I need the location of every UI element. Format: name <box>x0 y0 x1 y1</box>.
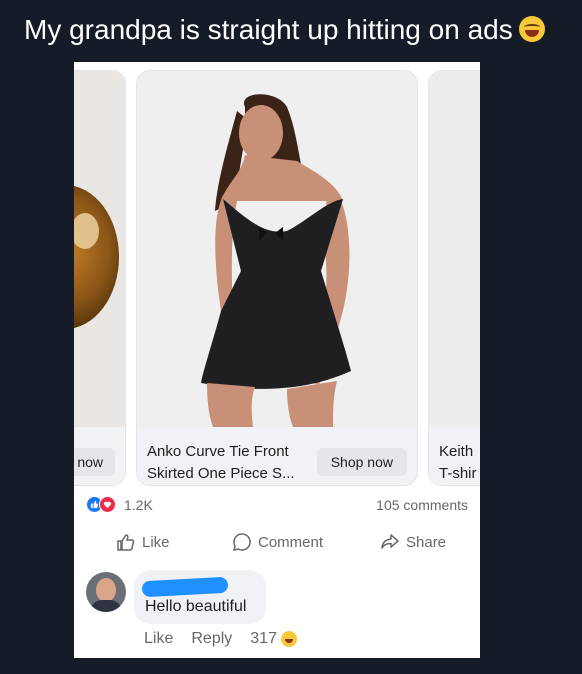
avatar-face <box>96 578 116 602</box>
comment-like-link[interactable]: Like <box>144 630 173 648</box>
model-photo <box>137 71 417 427</box>
comment-bubble: Hello beautiful <box>134 570 266 624</box>
product-image-right <box>429 71 480 427</box>
facebook-post-screenshot: now Anko Curve Tie Front Skirted One Pie… <box>74 62 480 658</box>
thumbs-up-icon <box>117 534 135 551</box>
like-label: Like <box>142 533 170 551</box>
product-image-main <box>137 71 417 427</box>
product-title-right[interactable]: Keith T-shir <box>439 441 477 485</box>
product-image-left <box>74 71 125 427</box>
reaction-icons[interactable] <box>86 496 116 513</box>
grinning-emoji-icon <box>280 631 297 647</box>
comment-bubble-icon <box>232 533 251 552</box>
amber-object-image <box>74 186 119 328</box>
comment-reply-link[interactable]: Reply <box>191 630 232 648</box>
share-button[interactable]: Share <box>380 532 446 552</box>
card-footer-main: Anko Curve Tie Front Skirted One Piece S… <box>137 427 417 485</box>
card-footer-right: Keith T-shir <box>429 427 480 485</box>
comment-text: Hello beautiful <box>145 598 247 615</box>
comment-meta: Like Reply 317 <box>144 630 297 648</box>
share-label: Share <box>406 533 447 551</box>
carousel-card-left[interactable]: now <box>74 70 126 486</box>
post-stats: 1.2K 105 comments <box>86 494 468 516</box>
comment-label: Comment <box>258 533 324 551</box>
comment-reaction-count: 317 <box>250 630 277 647</box>
share-arrow-icon <box>381 534 399 549</box>
product-title[interactable]: Anko Curve Tie Front Skirted One Piece S… <box>147 441 317 485</box>
love-reaction-icon <box>99 496 116 513</box>
comment: Hello beautiful Like Reply 317 <box>74 570 480 658</box>
like-button[interactable]: Like <box>116 532 170 552</box>
comment-reactions[interactable]: 317 <box>250 630 297 648</box>
comment-count[interactable]: 105 comments <box>376 497 468 513</box>
post-actions: Like Comment Share <box>74 528 480 558</box>
commenter-avatar[interactable] <box>86 572 126 612</box>
comment-button[interactable]: Comment <box>232 532 323 552</box>
tweet-text: My grandpa is straight up hitting on ads <box>24 14 545 46</box>
shop-now-button[interactable]: Shop now <box>316 448 407 476</box>
card-footer-left: now <box>74 427 125 485</box>
carousel-card-main[interactable]: Anko Curve Tie Front Skirted One Piece S… <box>136 70 418 486</box>
avatar-shirt <box>90 600 122 612</box>
redacted-name-scribble <box>141 576 229 598</box>
reaction-count[interactable]: 1.2K <box>124 497 153 513</box>
product-title-right-line2: T-shir <box>439 465 477 482</box>
tweet-text-content: My grandpa is straight up hitting on ads <box>24 14 513 45</box>
shop-now-button-left[interactable]: now <box>74 448 115 476</box>
product-title-right-line1: Keith <box>439 443 474 460</box>
carousel-card-right[interactable]: Keith T-shir <box>428 70 480 486</box>
laughing-crying-emoji-icon <box>518 16 545 42</box>
